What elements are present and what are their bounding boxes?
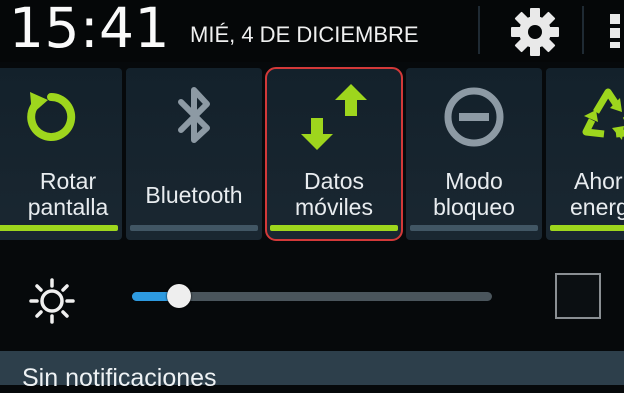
toggle-label: bloqueo (433, 194, 515, 220)
notifications-header: Sin notificaciones (0, 351, 624, 392)
clock: 15:41 (9, 0, 171, 60)
toggle-block-mode[interactable]: Modo bloqueo (406, 68, 542, 240)
toggle-state-bar (130, 225, 258, 231)
status-bar: 15:41 MIÉ, 4 DE DICIEMBRE (0, 0, 624, 62)
toggle-state-bar (0, 225, 118, 231)
toggle-label: energ (570, 194, 624, 220)
toggle-label: pantalla (27, 194, 109, 220)
toggle-power-saving[interactable]: Ahor energ (546, 68, 624, 240)
grid-view-button[interactable] (590, 0, 624, 62)
bluetooth-icon (126, 82, 262, 152)
toggle-state-bar (550, 225, 624, 231)
toggle-state-bar (410, 225, 538, 231)
settings-button[interactable] (495, 0, 577, 62)
rotate-icon (0, 82, 122, 152)
toggle-label: móviles (295, 194, 373, 220)
divider (582, 6, 584, 54)
brightness-slider-thumb[interactable] (166, 284, 191, 308)
gear-icon (511, 8, 559, 56)
toggle-mobile-data[interactable]: Datos móviles (265, 67, 403, 241)
toggle-label: Datos (303, 168, 365, 194)
grid-icon (610, 14, 620, 48)
recycle-power-saving-icon (546, 82, 624, 152)
toggle-state-bar (270, 225, 398, 231)
block-mode-icon (406, 82, 542, 152)
toggle-label: Modo (445, 168, 503, 194)
date-label: MIÉ, 4 DE DICIEMBRE (190, 22, 419, 47)
toggle-bluetooth[interactable]: Bluetooth (126, 68, 262, 240)
toggle-label: Rotar (39, 168, 97, 194)
quick-settings-toggles: Rotar pantalla Bluetooth Datos móviles M… (0, 64, 624, 244)
toggle-label: Ahor (574, 168, 623, 194)
divider (478, 6, 480, 54)
no-notifications-label: Sin notificaciones (22, 364, 217, 392)
mobile-data-arrows-icon (266, 82, 402, 152)
auto-brightness-checkbox[interactable] (555, 273, 601, 319)
sun-icon (29, 278, 75, 324)
toggle-label: Bluetooth (145, 182, 243, 208)
toggle-rotate-screen[interactable]: Rotar pantalla (0, 68, 122, 240)
brightness-slider[interactable] (132, 284, 492, 308)
brightness-row (0, 255, 624, 340)
